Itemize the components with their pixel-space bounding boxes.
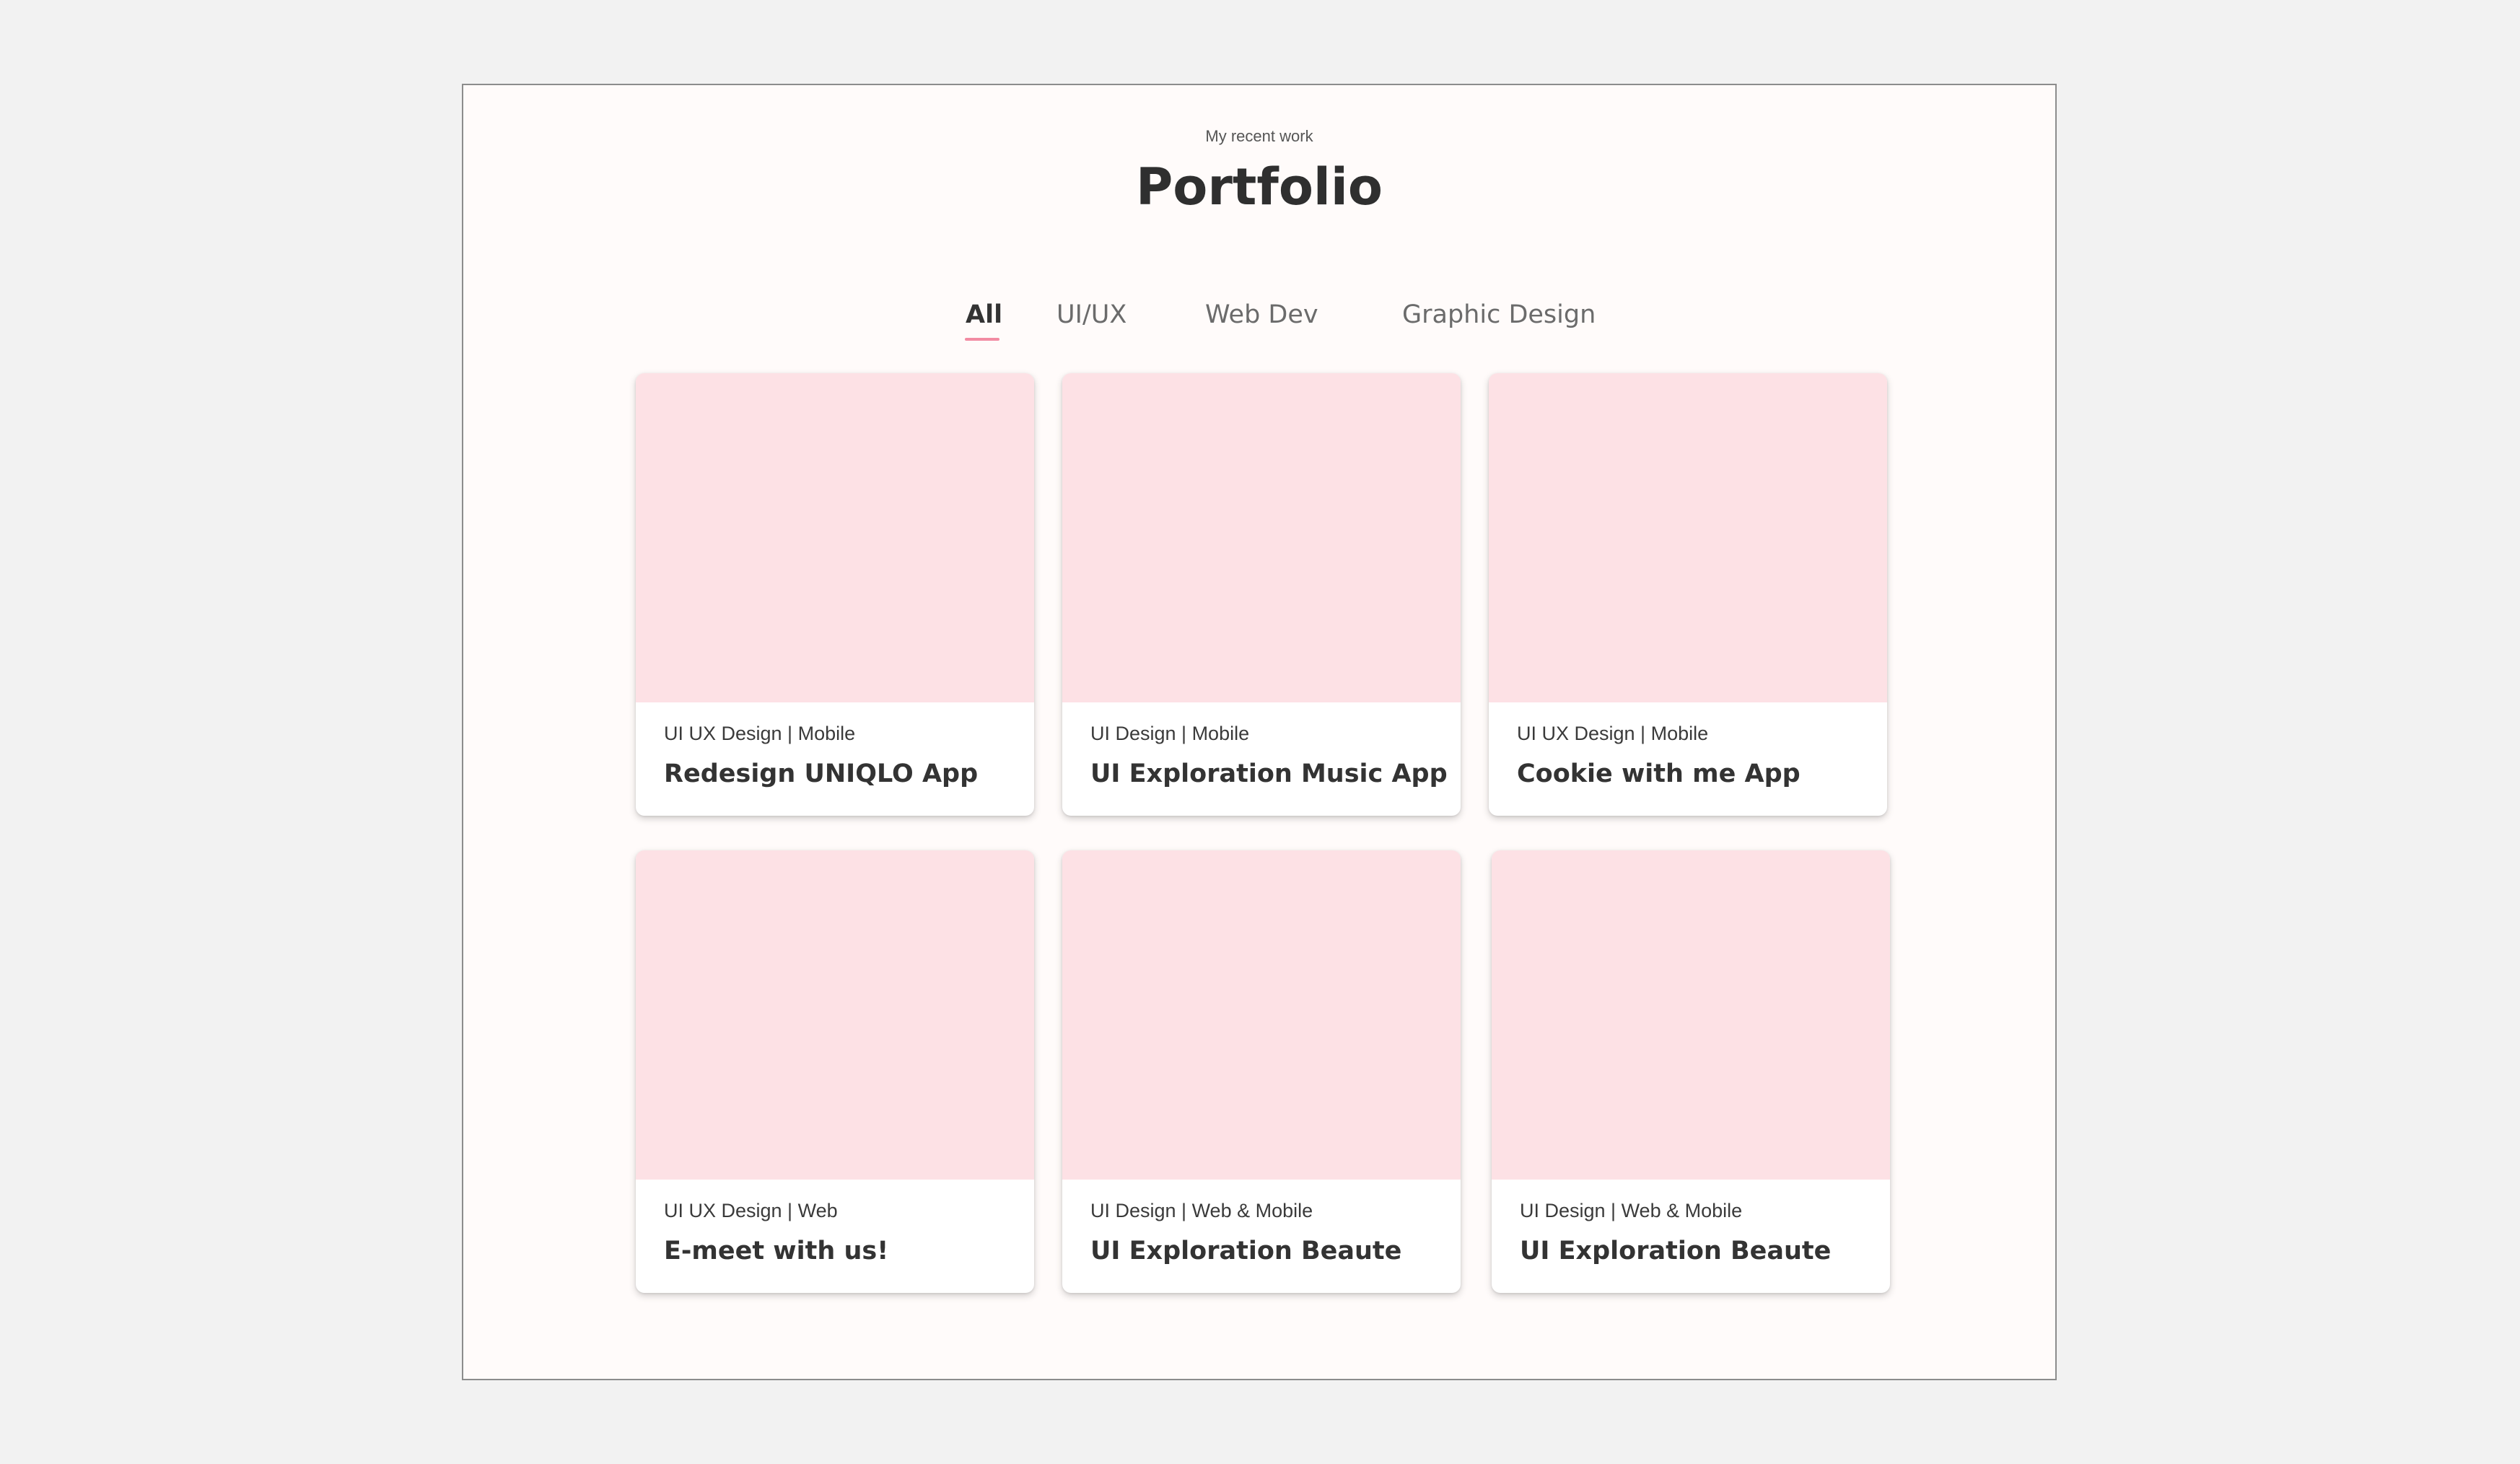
tab-graphic-design[interactable]: Graphic Design — [1402, 300, 1596, 329]
project-title: UI Exploration Music App — [1090, 759, 1448, 788]
project-title: UI Exploration Beaute — [1520, 1237, 1832, 1265]
project-thumbnail — [1062, 373, 1461, 702]
project-category: UI Design | Web & Mobile — [1090, 1200, 1313, 1221]
project-card[interactable]: UI Design | Web & Mobile UI Exploration … — [1062, 850, 1461, 1293]
tab-all[interactable]: All — [966, 300, 1002, 329]
project-card[interactable]: UI Design | Mobile UI Exploration Music … — [1062, 373, 1461, 816]
project-card[interactable]: UI UX Design | Web E-meet with us! — [636, 850, 1034, 1293]
section-eyebrow: My recent work — [1205, 127, 1313, 145]
project-thumbnail — [1492, 850, 1890, 1180]
project-category: UI Design | Mobile — [1090, 723, 1250, 744]
project-card[interactable]: UI UX Design | Mobile Cookie with me App — [1489, 373, 1887, 816]
project-category: UI UX Design | Mobile — [1517, 723, 1709, 744]
project-title: Redesign UNIQLO App — [664, 759, 979, 788]
project-card[interactable]: UI UX Design | Mobile Redesign UNIQLO Ap… — [636, 373, 1034, 816]
project-thumbnail — [636, 373, 1034, 702]
project-thumbnail — [1062, 850, 1461, 1180]
project-thumbnail — [1489, 373, 1887, 702]
tab-ui-ux[interactable]: UI/UX — [1056, 300, 1126, 329]
project-thumbnail — [636, 850, 1034, 1180]
project-category: UI UX Design | Mobile — [664, 723, 856, 744]
portfolio-section: My recent work Portfolio All UI/UX Web D… — [462, 84, 2057, 1380]
project-category: UI Design | Web & Mobile — [1520, 1200, 1743, 1221]
tab-web-dev[interactable]: Web Dev — [1205, 300, 1318, 329]
project-category: UI UX Design | Web — [664, 1200, 838, 1221]
project-title: E-meet with us! — [664, 1237, 889, 1265]
project-title: UI Exploration Beaute — [1090, 1237, 1402, 1265]
active-tab-indicator — [965, 338, 999, 341]
page-title: Portfolio — [1135, 157, 1383, 217]
project-title: Cookie with me App — [1517, 759, 1801, 788]
project-card[interactable]: UI Design | Web & Mobile UI Exploration … — [1492, 850, 1890, 1293]
